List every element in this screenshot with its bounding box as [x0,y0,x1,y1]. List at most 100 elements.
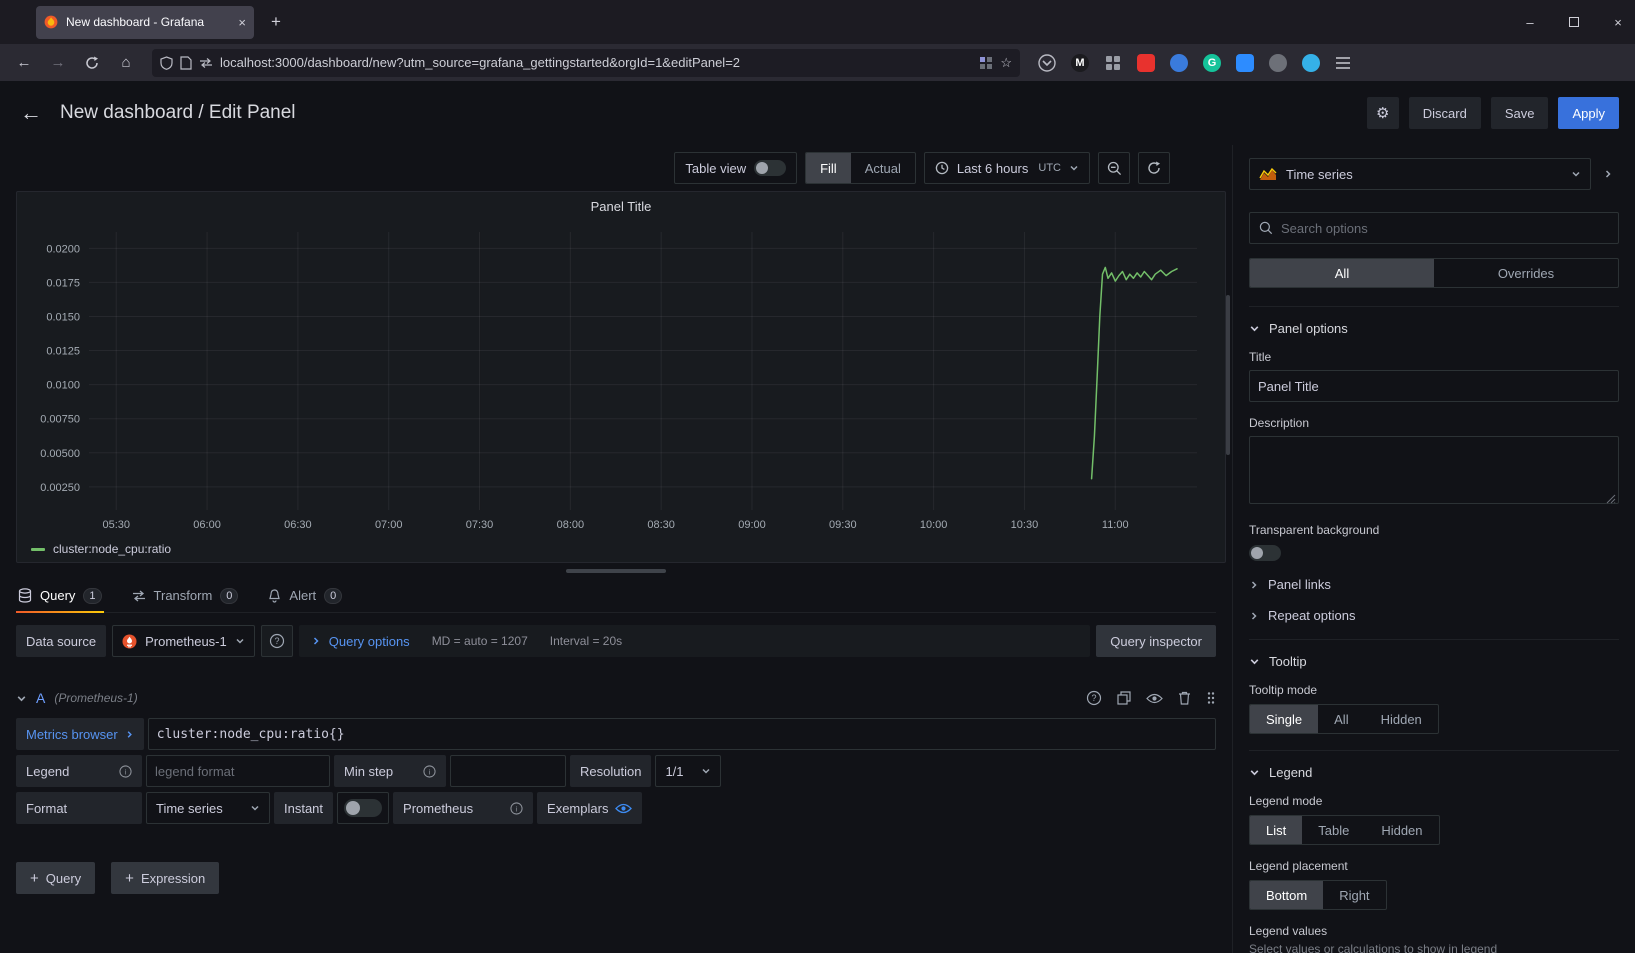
query-inspector-button[interactable]: Query inspector [1096,625,1216,657]
tab-overrides[interactable]: Overrides [1434,259,1618,287]
visualization-picker[interactable]: Time series [1249,158,1591,190]
legend-series-swatch[interactable] [31,548,45,551]
tooltip-mode-single[interactable]: Single [1250,705,1318,733]
resolution-select[interactable]: 1/1 [655,755,721,787]
add-query-button[interactable]: +Query [16,862,95,894]
panel-title-input[interactable] [1249,370,1619,402]
search-icon [1259,221,1273,235]
collapse-pane-button[interactable] [1597,158,1619,190]
time-range-picker[interactable]: Last 6 hours UTC [924,152,1090,184]
panel-title[interactable]: Panel Title [17,192,1225,220]
tab-transform[interactable]: Transform 0 [130,579,241,612]
search-options-input[interactable] [1281,221,1609,236]
transparent-bg-toggle[interactable] [1249,545,1281,561]
new-tab-button[interactable]: + [262,8,290,36]
extension-grid-icon[interactable] [1104,54,1122,72]
home-button[interactable]: ⌂ [112,49,140,77]
legend-mode-list[interactable]: List [1250,816,1302,844]
extension-icon-m[interactable]: M [1071,54,1089,72]
svg-text:11:00: 11:00 [1102,519,1129,531]
edit-panel-main: Table view Fill Actual Last 6 hours UTC [0,145,1232,953]
bookmark-star-icon[interactable]: ☆ [1000,55,1012,71]
extension-icon-green[interactable]: G [1203,54,1221,72]
browser-tab[interactable]: New dashboard - Grafana × [36,6,254,39]
info-icon[interactable]: i [510,802,523,815]
duplicate-query-icon[interactable] [1117,691,1131,705]
main-scrollbar[interactable] [1226,295,1230,455]
info-icon[interactable]: i [119,765,132,778]
tab-alert[interactable]: Alert 0 [266,579,344,612]
refresh-button[interactable] [1138,152,1170,184]
collapse-chevron-icon[interactable] [16,693,27,704]
min-step-input[interactable] [450,755,566,787]
datasource-help-button[interactable]: ? [261,625,293,657]
fill-option[interactable]: Fill [806,153,851,183]
panel-links-row[interactable]: Panel links [1249,577,1619,592]
legend-placement-right[interactable]: Right [1323,881,1385,909]
format-select[interactable]: Time series [146,792,270,824]
tab-query[interactable]: Query 1 [16,579,104,612]
chevron-down-icon [1249,767,1260,778]
window-minimize-button[interactable]: – [1523,15,1537,30]
instant-toggle[interactable] [344,799,382,817]
table-view-toggle[interactable] [754,160,786,176]
page-info-icon[interactable] [180,56,192,70]
zoom-out-button[interactable] [1098,152,1130,184]
drag-handle-icon[interactable] [1206,691,1216,705]
query-help-icon[interactable]: ? [1086,690,1102,706]
extension-icon-red[interactable] [1137,54,1155,72]
panel-resize-splitter[interactable] [0,563,1232,579]
actual-option[interactable]: Actual [851,153,915,183]
extension-icon-blue[interactable] [1236,54,1254,72]
add-expression-button[interactable]: +Expression [111,862,219,894]
permissions-icon[interactable] [199,57,213,69]
back-arrow-button[interactable]: ← [20,100,42,126]
tab-close-icon[interactable]: × [238,15,246,30]
time-series-chart[interactable]: 0.02000.01750.01500.01250.01000.007500.0… [25,220,1217,536]
address-bar[interactable]: localhost:3000/dashboard/new?utm_source=… [152,49,1020,77]
window-close-button[interactable]: × [1611,15,1625,30]
tooltip-heading[interactable]: Tooltip [1249,654,1619,669]
metrics-browser-button[interactable]: Metrics browser [16,718,144,750]
save-button[interactable]: Save [1491,97,1549,129]
tab-all[interactable]: All [1250,259,1434,287]
legend-mode-switch: List Table Hidden [1249,815,1440,845]
query-row-header[interactable]: A (Prometheus-1) ? [16,683,1216,713]
shield-icon[interactable] [160,56,173,70]
menu-icon[interactable] [1335,56,1351,70]
legend-mode-hidden[interactable]: Hidden [1365,816,1438,844]
pocket-icon[interactable] [1038,54,1056,72]
panel-options-heading[interactable]: Panel options [1249,321,1619,336]
svg-text:0.0125: 0.0125 [46,346,80,358]
extension-icon-teal[interactable] [1302,54,1320,72]
query-expression-input[interactable] [148,718,1216,750]
legend-heading[interactable]: Legend [1249,765,1619,780]
legend-placement-bottom[interactable]: Bottom [1250,881,1323,909]
resize-grip-icon[interactable] [1606,494,1616,504]
legend-series-label[interactable]: cluster:node_cpu:ratio [53,542,171,556]
apply-button[interactable]: Apply [1558,97,1619,129]
extension-icon-gray[interactable] [1269,54,1287,72]
panel-settings-gear-button[interactable]: ⚙ [1367,97,1399,129]
legend-format-input[interactable] [146,755,330,787]
hide-query-eye-icon[interactable] [1146,693,1163,704]
description-textarea[interactable] [1249,436,1619,504]
query-options-header[interactable]: Query options MD = auto = 1207 Interval … [299,625,1090,657]
repeat-options-row[interactable]: Repeat options [1249,608,1619,623]
discard-button[interactable]: Discard [1409,97,1481,129]
containers-icon[interactable] [979,56,993,70]
url-text[interactable]: localhost:3000/dashboard/new?utm_source=… [220,55,972,70]
bell-icon [268,589,281,603]
datasource-picker[interactable]: Prometheus-1 [112,625,255,657]
exemplars-eye-icon[interactable] [615,803,632,814]
delete-query-trash-icon[interactable] [1178,691,1191,705]
extension-icon-pin[interactable] [1170,54,1188,72]
legend-mode-table[interactable]: Table [1302,816,1365,844]
tooltip-mode-hidden[interactable]: Hidden [1365,705,1438,733]
tooltip-mode-all[interactable]: All [1318,705,1364,733]
forward-button[interactable]: → [44,49,72,77]
back-button[interactable]: ← [10,49,38,77]
reload-button[interactable] [78,49,106,77]
info-icon[interactable]: i [423,765,436,778]
window-maximize-button[interactable] [1567,15,1581,30]
